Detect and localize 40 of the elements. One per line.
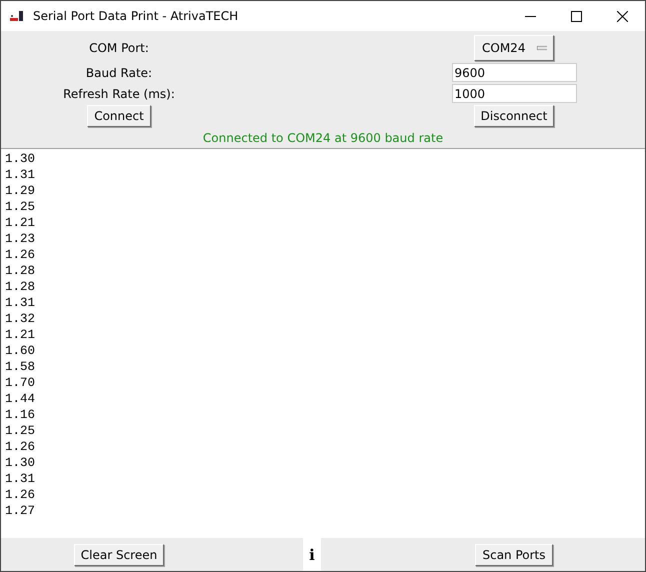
connection-status: Connected to COM24 at 9600 baud rate — [202, 130, 444, 147]
output-line: 1.44 — [5, 391, 36, 407]
output-line: 1.29 — [5, 183, 36, 199]
com-port-dropdown[interactable]: COM24 — [474, 35, 554, 61]
scan-ports-button[interactable]: Scan Ports — [475, 544, 553, 566]
output-line: 1.25 — [5, 423, 36, 439]
com-port-label: COM Port: — [89, 40, 149, 57]
output-line: 1.30 — [5, 455, 36, 471]
output-line: 1.58 — [5, 359, 36, 375]
output-line: 1.31 — [5, 295, 36, 311]
output-line: 1.70 — [5, 375, 36, 391]
output-line: 1.28 — [5, 279, 36, 295]
output-line: 1.26 — [5, 487, 36, 503]
info-button[interactable]: i — [303, 538, 321, 571]
output-line: 1.31 — [5, 167, 36, 183]
connect-button[interactable]: Connect — [87, 105, 151, 127]
output-line: 1.32 — [5, 311, 36, 327]
close-icon — [616, 10, 628, 22]
output-line: 1.26 — [5, 247, 36, 263]
refresh-rate-label: Refresh Rate (ms): — [63, 86, 175, 102]
window-title: Serial Port Data Print - AtrivaTECH — [33, 9, 240, 23]
output-line: 1.31 — [5, 471, 36, 487]
output-line: 1.27 — [5, 503, 36, 519]
menu-indicator-icon — [537, 46, 547, 50]
output-line: 1.16 — [5, 407, 36, 423]
output-line: 1.23 — [5, 231, 36, 247]
baud-rate-field[interactable]: 9600 — [452, 63, 576, 82]
app-icon — [9, 9, 25, 23]
clear-screen-button[interactable]: Clear Screen — [74, 544, 164, 566]
baud-rate-label: Baud Rate: — [86, 64, 152, 82]
output-line: 1.26 — [5, 439, 36, 455]
maximize-icon — [570, 10, 582, 22]
output-line: 1.60 — [5, 343, 36, 359]
output-line: 1.21 — [5, 327, 36, 343]
output-line: 1.21 — [5, 215, 36, 231]
output-line: 1.28 — [5, 263, 36, 279]
output-line: 1.25 — [5, 199, 36, 215]
disconnect-button[interactable]: Disconnect — [474, 105, 554, 127]
refresh-rate-field[interactable]: 1000 — [452, 84, 576, 103]
output-line: 1.30 — [5, 151, 36, 167]
